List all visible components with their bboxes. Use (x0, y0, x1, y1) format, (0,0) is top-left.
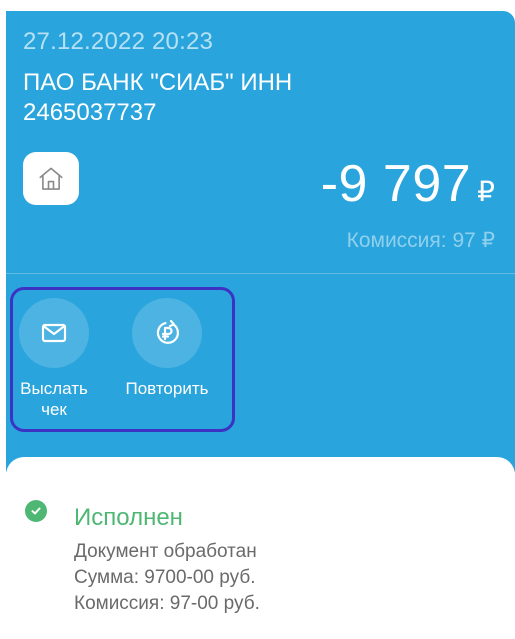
house-icon (39, 167, 63, 190)
repeat-circle[interactable] (132, 298, 202, 368)
transaction-amount: -9 797 (320, 155, 472, 213)
transaction-screen: 27.12.2022 20:23 ПАО БАНК "СИАБ" ИНН 246… (0, 0, 515, 639)
send-receipt-label: Выслать чек (20, 379, 88, 419)
status-title: Исполнен (74, 504, 183, 531)
currency-symbol: ₽ (477, 176, 495, 207)
envelope-icon (41, 323, 67, 343)
transaction-datetime: 27.12.2022 20:23 (23, 28, 214, 55)
check-circle-icon (25, 500, 47, 522)
repeat-ruble-icon (156, 319, 180, 344)
send-receipt-button[interactable]: Выслать чек (9, 298, 99, 420)
repeat-label: Повторить (125, 379, 209, 398)
status-detail-document: Документ обработан (74, 541, 257, 562)
amount-row: -9 797 ₽ (321, 154, 495, 214)
status-detail-amount: Сумма: 9700-00 руб. (74, 567, 256, 588)
header-divider (6, 273, 515, 274)
status-detail-commission: Комиссия: 97-00 руб. (74, 593, 260, 614)
merchant-name: ПАО БАНК "СИАБ" ИНН 2465037737 (23, 69, 293, 126)
commission-text: Комиссия: 97 ₽ (346, 229, 495, 252)
send-receipt-circle[interactable] (19, 298, 89, 368)
category-button[interactable] (23, 152, 79, 205)
repeat-button[interactable]: Повторить (113, 298, 221, 399)
